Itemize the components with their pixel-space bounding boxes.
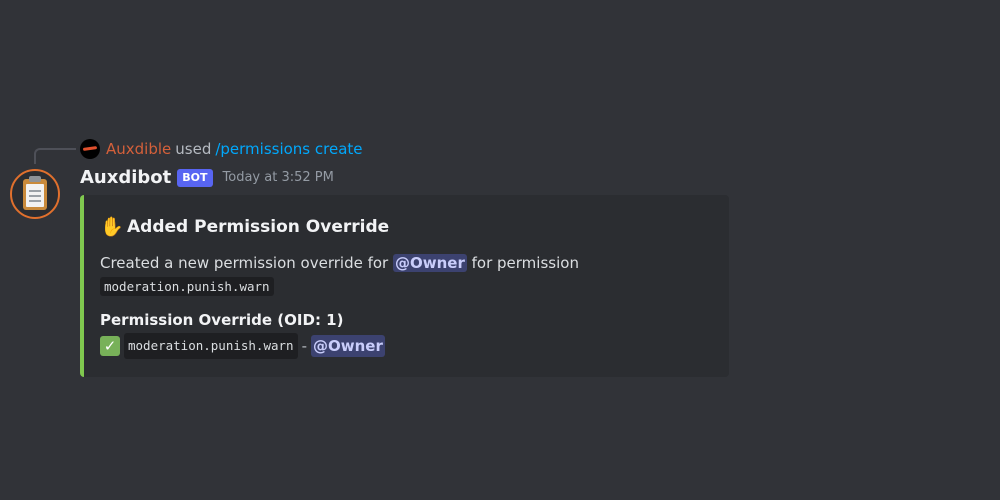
description-suffix: for permission [471,254,579,272]
reply-used-text: used [175,140,212,158]
check-mark-icon: ✓ [100,336,120,356]
reply-connector [34,148,76,164]
embed: ✋ Added Permission Override Created a ne… [80,195,729,377]
message-header: Auxdibot BOT Today at 3:52 PM [80,167,334,188]
field-permission-code: moderation.punish.warn [124,333,298,359]
reply-command-link[interactable]: /permissions create [215,140,362,158]
embed-title-text: Added Permission Override [127,216,390,237]
description-prefix: Created a new permission override for [100,254,389,272]
field-owner-mention[interactable]: @Owner [311,335,385,357]
field-value: ✓ moderation.punish.warn - @Owner [100,333,385,359]
permission-code: moderation.punish.warn [100,277,274,296]
reply-avatar[interactable] [80,139,100,159]
raised-hand-icon: ✋ [100,216,124,238]
clipboard-icon [23,175,47,210]
embed-title: ✋ Added Permission Override [100,215,389,238]
embed-description: Created a new permission override for @O… [100,252,579,298]
reply-context[interactable]: Auxdible used /permissions create [80,138,363,160]
bot-tag: BOT [177,168,213,187]
field-name: Permission Override (OID: 1) [100,311,344,329]
reply-username[interactable]: Auxdible [106,140,171,158]
username[interactable]: Auxdibot [80,167,171,188]
owner-mention[interactable]: @Owner [393,254,467,272]
field-separator: - [301,337,307,355]
timestamp: Today at 3:52 PM [222,170,334,185]
avatar[interactable] [10,169,60,219]
